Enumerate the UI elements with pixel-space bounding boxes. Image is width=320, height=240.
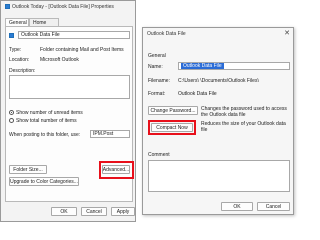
folder-name-field[interactable]: Outlook Data File <box>18 31 130 39</box>
comment-field[interactable] <box>148 160 290 192</box>
format-value: Outlook Data File <box>178 91 217 97</box>
data-file-cancel-button[interactable]: Cancel <box>257 202 290 211</box>
advanced-highlight <box>99 161 134 179</box>
filename-value: C:\Users\ \Documents\Outlook Files\ <box>178 78 259 84</box>
radio-total-items[interactable] <box>9 118 14 123</box>
type-label: Type: <box>9 47 22 53</box>
format-label: Format: <box>148 91 166 97</box>
location-value: Microsoft Outlook <box>40 57 79 63</box>
radio-total-label: Show total number of items <box>16 118 77 124</box>
outlook-data-file-dialog: Outlook Data File ✕ General Name: Outloo… <box>142 27 294 215</box>
type-value: Folder containing Mail and Post Items <box>40 47 124 53</box>
filename-label: Filename: <box>148 78 170 84</box>
description-label: Description: <box>9 68 36 74</box>
data-file-name-field[interactable]: Outlook Data File <box>178 62 290 70</box>
radio-unread-label: Show number of unread items <box>16 110 83 116</box>
compact-now-highlight <box>148 120 196 135</box>
properties-titlebar: Outlook Today - [Outlook Data File] Prop… <box>1 1 135 12</box>
ok-button[interactable]: OK <box>51 207 77 216</box>
folder-properties-dialog: Outlook Today - [Outlook Data File] Prop… <box>0 0 136 222</box>
change-password-description: Changes the password used to access the … <box>201 106 287 118</box>
general-section-label: General <box>148 53 166 59</box>
compact-description: Reduces the size of your Outlook data fi… <box>201 121 286 133</box>
comment-label: Comment <box>148 152 170 158</box>
folder-icon <box>9 33 14 38</box>
data-file-title: Outlook Data File <box>147 30 186 37</box>
upgrade-color-categories-button[interactable]: Upgrade to Color Categories... <box>9 177 79 186</box>
cancel-button[interactable]: Cancel <box>81 207 107 216</box>
close-icon[interactable]: ✕ <box>284 29 290 37</box>
general-tab-panel: Outlook Data File Type: Folder containin… <box>5 26 134 202</box>
outlook-folder-icon <box>5 4 10 9</box>
change-password-button[interactable]: Change Password... <box>148 106 198 115</box>
name-selected-text: Outlook Data File <box>181 63 224 69</box>
folder-size-button[interactable]: Folder Size... <box>9 165 47 174</box>
data-file-titlebar: Outlook Data File ✕ <box>143 28 293 39</box>
posting-form-field[interactable]: IPM.Post <box>90 130 130 138</box>
description-field[interactable] <box>9 75 130 99</box>
location-label: Location: <box>9 57 30 63</box>
properties-title: Outlook Today - [Outlook Data File] Prop… <box>12 3 114 10</box>
apply-button[interactable]: Apply <box>111 207 135 216</box>
posting-label: When posting to this folder, use: <box>9 132 81 138</box>
data-file-ok-button[interactable]: OK <box>221 202 253 211</box>
name-label: Name: <box>148 64 163 70</box>
radio-unread-items[interactable] <box>9 110 14 115</box>
